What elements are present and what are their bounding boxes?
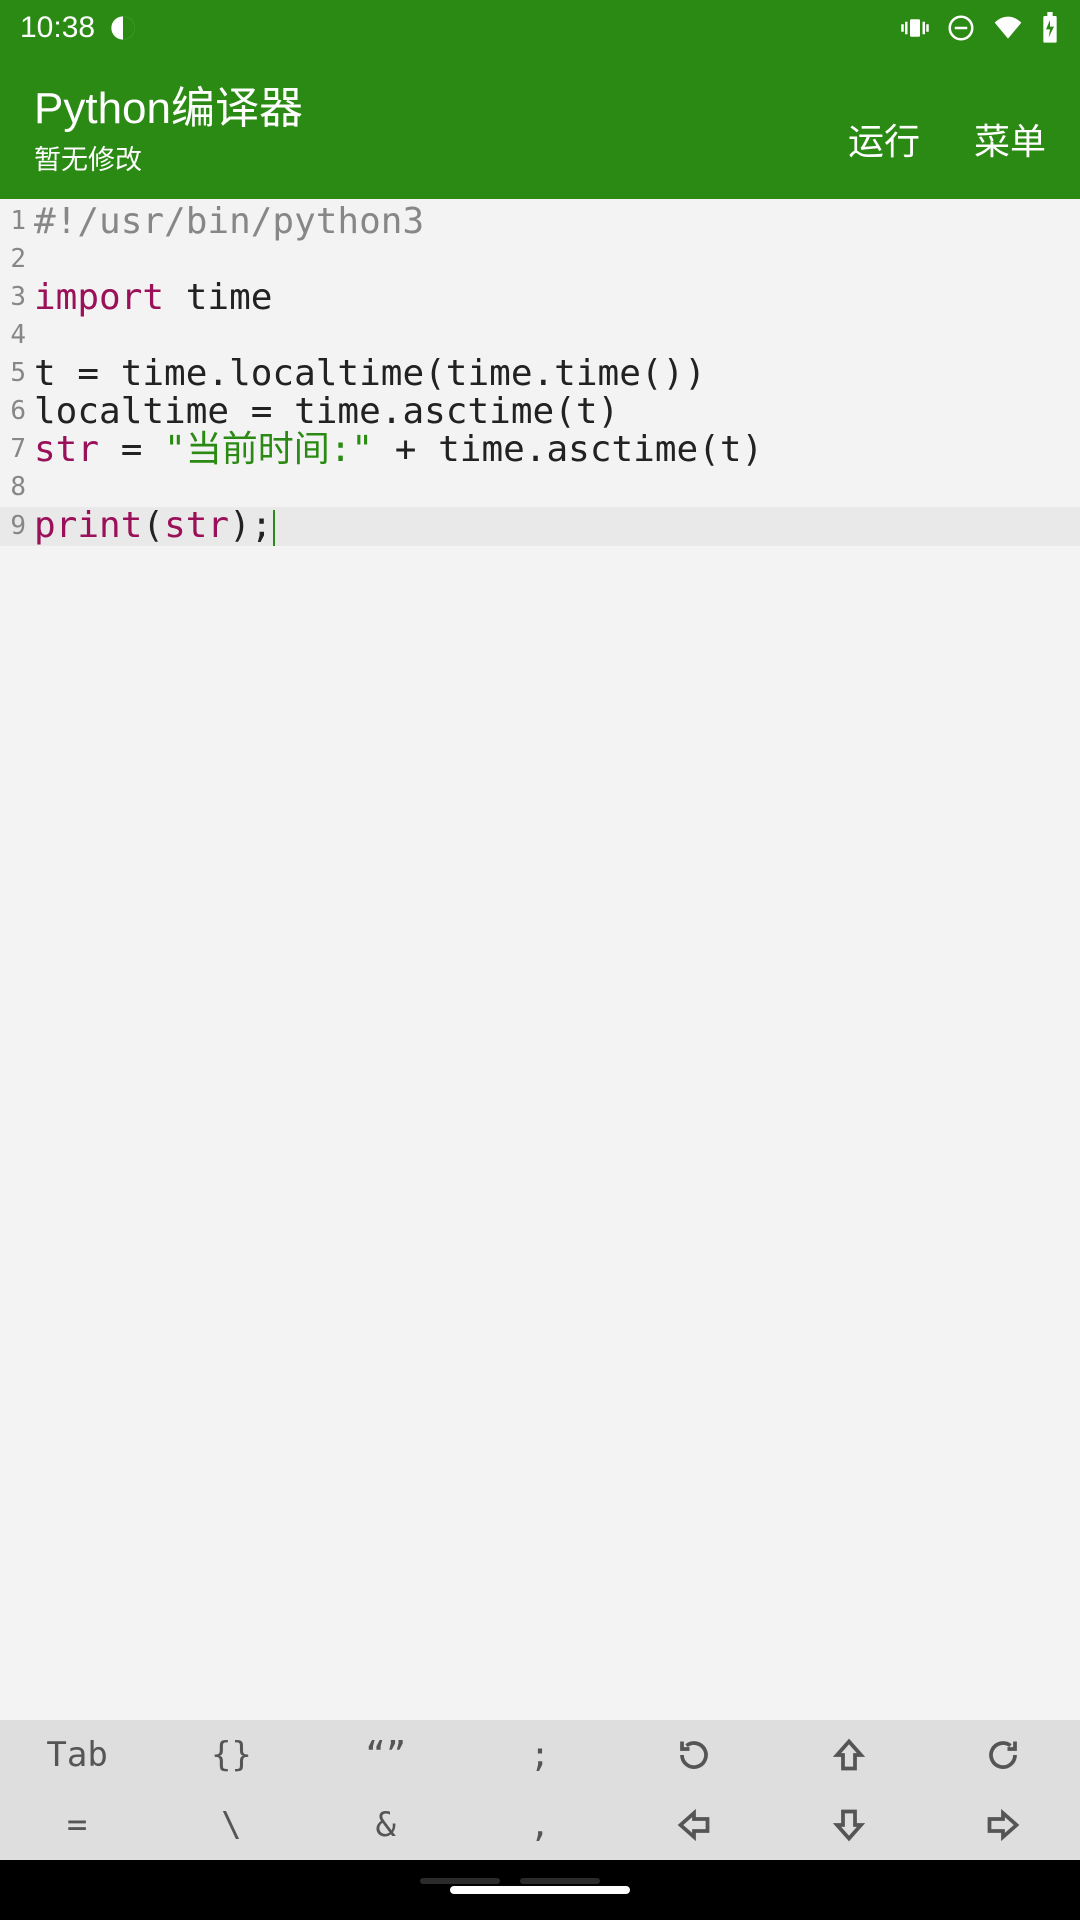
code-line[interactable]: 8: [0, 469, 1080, 507]
token-string: "当前时间:": [164, 429, 373, 470]
line-number: 1: [0, 208, 30, 235]
token-plain: t = time.localtime(time.time()): [34, 353, 706, 394]
token-plain: (: [142, 505, 164, 546]
battery-icon: [1040, 12, 1060, 44]
key-arrow-down[interactable]: [771, 1790, 925, 1860]
key-redo[interactable]: [926, 1720, 1080, 1790]
token-plain: localtime = time.asctime(t): [34, 391, 619, 432]
token-builtin: print: [34, 505, 142, 546]
token-comment: #!/usr/bin/python3: [34, 201, 424, 242]
key-backslash[interactable]: \: [154, 1790, 308, 1860]
token-builtin: str: [164, 505, 229, 546]
key-arrow-right[interactable]: [926, 1790, 1080, 1860]
app-title: Python编译器: [34, 72, 303, 136]
redo-icon: [985, 1737, 1021, 1773]
nav-hint-right: [520, 1878, 600, 1884]
line-number: 4: [0, 322, 30, 349]
token-plain: + time.asctime(t): [373, 429, 763, 470]
system-nav-bar: [0, 1860, 1080, 1920]
key-ampersand[interactable]: &: [309, 1790, 463, 1860]
app-indicator-icon: [109, 14, 137, 42]
app-header: Python编译器 暂无修改 运行 菜单: [0, 56, 1080, 199]
header-actions: 运行 菜单: [848, 85, 1046, 165]
key-equals[interactable]: =: [0, 1790, 154, 1860]
code-content[interactable]: print(str);: [30, 507, 275, 546]
vibrate-icon: [900, 13, 930, 43]
token-keyword: import: [34, 277, 164, 318]
code-line[interactable]: 1#!/usr/bin/python3: [0, 203, 1080, 241]
code-content[interactable]: #!/usr/bin/python3: [30, 203, 424, 241]
code-content[interactable]: localtime = time.asctime(t): [30, 393, 619, 431]
key-undo[interactable]: [617, 1720, 771, 1790]
status-left: 10:38: [20, 11, 137, 45]
arrow-down-icon: [831, 1807, 867, 1843]
header-title-block: Python编译器 暂无修改: [34, 72, 303, 177]
wifi-icon: [992, 12, 1024, 44]
key-arrow-up-outline[interactable]: [771, 1720, 925, 1790]
token-builtin: str: [34, 429, 99, 470]
line-number: 2: [0, 246, 30, 273]
home-indicator[interactable]: [450, 1886, 630, 1894]
menu-button[interactable]: 菜单: [974, 113, 1046, 165]
key-quotes[interactable]: “”: [309, 1720, 463, 1790]
status-bar: 10:38: [0, 0, 1080, 56]
code-line[interactable]: 4: [0, 317, 1080, 355]
undo-icon: [676, 1737, 712, 1773]
dnd-icon: [946, 13, 976, 43]
arrow-right-icon: [985, 1807, 1021, 1843]
key-tab[interactable]: Tab: [0, 1720, 154, 1790]
key-comma[interactable]: ,: [463, 1790, 617, 1860]
code-line[interactable]: 5t = time.localtime(time.time()): [0, 355, 1080, 393]
line-number: 8: [0, 474, 30, 501]
token-plain: =: [99, 429, 164, 470]
nav-hint-left: [420, 1878, 500, 1884]
code-line[interactable]: 9print(str);: [0, 507, 1080, 546]
line-number: 5: [0, 360, 30, 387]
line-number: 7: [0, 436, 30, 463]
token-plain: );: [229, 505, 272, 546]
token-plain: time: [164, 277, 272, 318]
arrow-up-outline-icon: [831, 1737, 867, 1773]
arrow-left-icon: [676, 1807, 712, 1843]
line-number: 6: [0, 398, 30, 425]
app-subtitle: 暂无修改: [34, 138, 303, 177]
clock: 10:38: [20, 11, 95, 45]
symbol-toolbar: Tab {} “” ; = \ & ,: [0, 1720, 1080, 1860]
run-button[interactable]: 运行: [848, 113, 920, 165]
line-number: 9: [0, 513, 30, 540]
code-editor[interactable]: 1#!/usr/bin/python323import time45t = ti…: [0, 199, 1080, 1319]
code-line[interactable]: 7str = "当前时间:" + time.asctime(t): [0, 431, 1080, 469]
key-semicolon[interactable]: ;: [463, 1720, 617, 1790]
code-line[interactable]: 6localtime = time.asctime(t): [0, 393, 1080, 431]
code-content[interactable]: t = time.localtime(time.time()): [30, 355, 706, 393]
key-arrow-left[interactable]: [617, 1790, 771, 1860]
code-content[interactable]: import time: [30, 279, 272, 317]
status-right: [900, 12, 1060, 44]
code-line[interactable]: 3import time: [0, 279, 1080, 317]
code-line[interactable]: 2: [0, 241, 1080, 279]
text-cursor: [273, 510, 275, 546]
key-braces[interactable]: {}: [154, 1720, 308, 1790]
line-number: 3: [0, 284, 30, 311]
code-content[interactable]: str = "当前时间:" + time.asctime(t): [30, 431, 763, 469]
